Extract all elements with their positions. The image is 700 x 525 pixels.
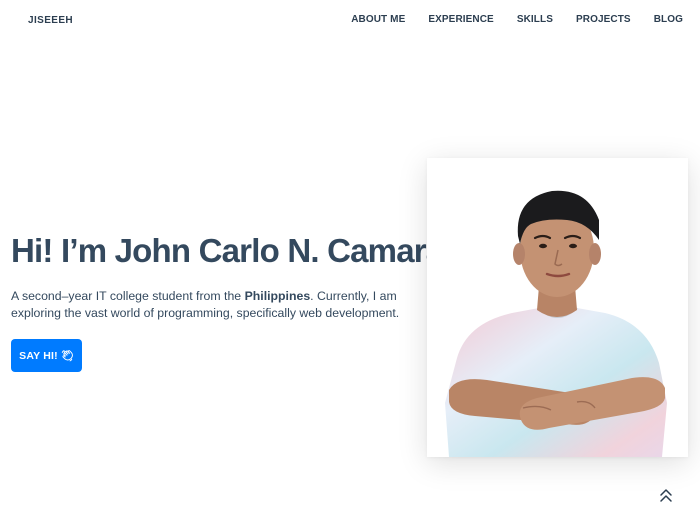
- profile-photo-illustration: [445, 190, 667, 457]
- waving-hand-icon: [61, 350, 73, 362]
- profile-photo: [427, 158, 688, 457]
- nav-about-me[interactable]: ABOUT ME: [351, 14, 405, 25]
- scroll-to-top-double-chevron-up-icon[interactable]: [657, 487, 675, 505]
- main-nav: ABOUT ME EXPERIENCE SKILLS PROJECTS BLOG: [351, 14, 683, 25]
- say-hi-button[interactable]: SAY HI!: [11, 339, 82, 372]
- hero-title: Hi! I’m John Carlo N. Camara,: [11, 232, 453, 269]
- hero-description: A second–year IT college student from th…: [11, 288, 431, 321]
- hero-description-text: A second–year IT college student from th…: [11, 289, 245, 303]
- hero-description-country: Philippines: [244, 289, 311, 303]
- nav-skills[interactable]: SKILLS: [517, 14, 553, 25]
- nav-experience[interactable]: EXPERIENCE: [428, 14, 493, 25]
- say-hi-label: SAY HI!: [19, 349, 58, 362]
- site-brand-logo[interactable]: JISEEEH: [28, 15, 73, 26]
- nav-blog[interactable]: BLOG: [654, 14, 683, 25]
- nav-projects[interactable]: PROJECTS: [576, 14, 631, 25]
